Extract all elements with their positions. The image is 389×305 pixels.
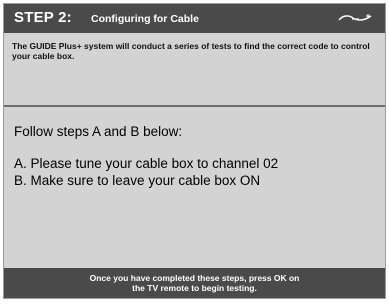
guide-plus-logo-icon <box>338 14 372 21</box>
instruction-step-a: A. Please tune your cable box to channel… <box>14 156 279 171</box>
footer-message: Once you have completed these steps, pre… <box>4 273 385 293</box>
instruction-step-b: B. Make sure to leave your cable box ON <box>14 173 261 188</box>
step-title: Configuring for Cable <box>91 13 199 25</box>
step-label: STEP 2: <box>14 9 72 26</box>
intro-text: The GUIDE Plus+ system will conduct a se… <box>12 41 370 61</box>
tv-setup-screen: STEP 2: Configuring for Cable The GUIDE … <box>0 0 389 305</box>
intro-box: The GUIDE Plus+ system will conduct a se… <box>4 33 385 107</box>
instructions-heading: Follow steps A and B below: <box>14 124 183 139</box>
footer-line-2: the TV remote to begin testing. <box>132 283 257 293</box>
footer-line-1: Once you have completed these steps, pre… <box>89 273 300 283</box>
instructions-area: Follow steps A and B below: A. Please tu… <box>4 107 385 268</box>
setup-panel: STEP 2: Configuring for Cable The GUIDE … <box>3 3 386 299</box>
footer-bar: Once you have completed these steps, pre… <box>4 268 385 298</box>
step-header: STEP 2: Configuring for Cable <box>4 4 385 33</box>
